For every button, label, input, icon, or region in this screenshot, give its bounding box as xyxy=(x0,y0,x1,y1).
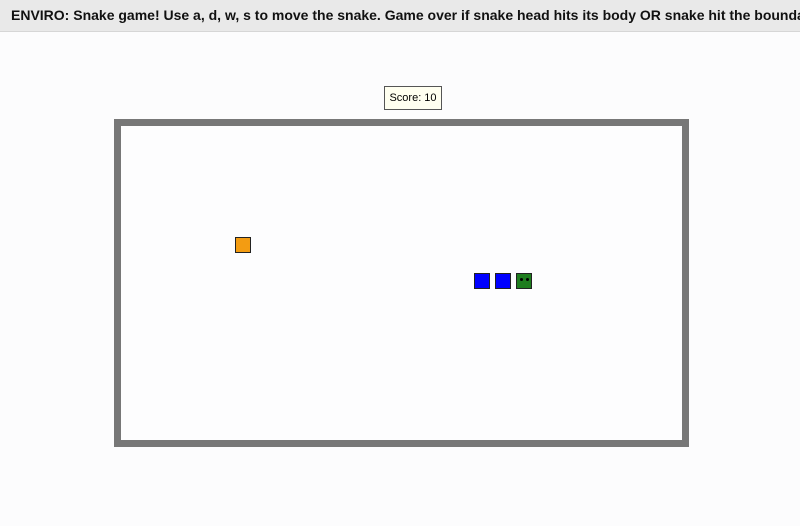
food-icon xyxy=(235,237,251,253)
game-board[interactable] xyxy=(114,119,689,447)
snake-body-segment-icon xyxy=(474,273,490,289)
game-instructions: ENVIRO: Snake game! Use a, d, w, s to mo… xyxy=(11,7,800,23)
score-display: Score: 10 xyxy=(384,86,442,110)
snake-eye-icon xyxy=(520,278,523,281)
instruction-bar: ENVIRO: Snake game! Use a, d, w, s to mo… xyxy=(0,0,800,32)
snake-head-icon xyxy=(516,273,532,289)
snake-eye-icon xyxy=(526,278,529,281)
snake-body-segment-icon xyxy=(495,273,511,289)
